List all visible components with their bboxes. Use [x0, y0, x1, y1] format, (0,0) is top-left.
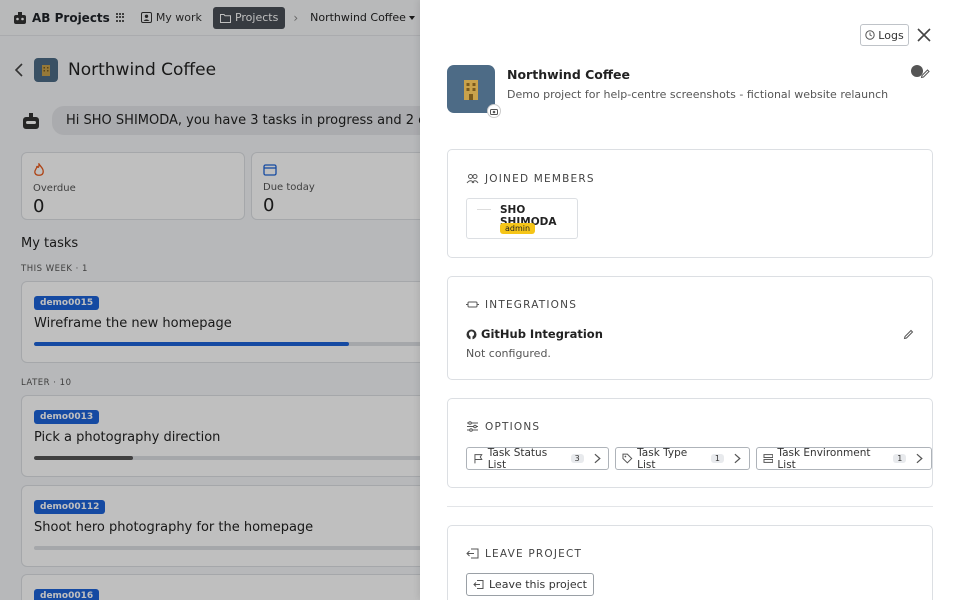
task-environment-list-button[interactable]: Task Environment List 1 [755, 446, 932, 471]
logs-button[interactable]: Logs [860, 24, 909, 46]
task-status-list-button[interactable]: Task Status List 3 [466, 446, 610, 471]
change-avatar-camera-icon[interactable] [487, 104, 501, 118]
joined-members-title: JOINED MEMBERS [485, 172, 595, 185]
chevron-right-icon [916, 453, 924, 464]
joined-members-heading: JOINED MEMBERS [466, 172, 595, 185]
edit-integration-pencil-icon[interactable] [903, 328, 915, 340]
exit-icon [473, 580, 484, 589]
options-list: Task Status List 3 Task Type List 1 Task… [466, 446, 932, 471]
options-card: OPTIONS Task Status List 3 Task Type Lis… [447, 398, 933, 488]
option-label: Task Type List [637, 446, 688, 471]
task-type-list-button[interactable]: Task Type List 1 [615, 446, 750, 471]
chevron-right-icon [594, 453, 601, 464]
options-heading: OPTIONS [466, 420, 540, 433]
integrations-card: INTEGRATIONS GitHub Integration Not conf… [447, 276, 933, 380]
server-icon [763, 454, 773, 463]
close-icon[interactable] [916, 27, 932, 43]
chevron-right-icon [734, 453, 741, 464]
integrations-heading: INTEGRATIONS [466, 298, 577, 311]
leave-project-card: LEAVE PROJECT Leave this project [447, 525, 933, 600]
option-label: Task Status List [487, 446, 548, 471]
options-title: OPTIONS [485, 420, 541, 433]
leave-project-button[interactable]: Leave this project [466, 573, 594, 596]
option-count: 1 [710, 454, 724, 463]
member-avatar [477, 209, 491, 210]
tag-icon [622, 453, 633, 464]
flag-icon [474, 454, 483, 464]
logs-label: Logs [878, 28, 904, 42]
member-role-badge: admin [500, 223, 536, 234]
project-description: Demo project for help-centre screenshots… [507, 88, 889, 101]
leave-project-heading: LEAVE PROJECT [466, 547, 582, 560]
option-count: 1 [893, 454, 907, 463]
option-label: Task Environment List [777, 446, 871, 471]
building-icon [464, 80, 478, 100]
github-integration-title: GitHub Integration [466, 327, 603, 341]
github-integration-label: GitHub Integration [481, 327, 603, 341]
project-settings-panel: Logs Northwind Coffee Demo project for h… [420, 0, 960, 600]
leave-project-label: Leave this project [489, 578, 587, 591]
users-icon [466, 174, 479, 184]
sliders-icon [467, 421, 478, 432]
integrations-title: INTEGRATIONS [485, 298, 578, 311]
exit-icon [466, 548, 479, 559]
section-divider [447, 506, 933, 507]
github-icon [466, 329, 477, 339]
edit-project-pencil-icon[interactable] [920, 68, 931, 79]
project-name: Northwind Coffee [507, 67, 630, 82]
clock-icon [865, 30, 875, 40]
joined-members-card: JOINED MEMBERS SHO SHIMODA admin [447, 149, 933, 258]
option-count: 3 [570, 454, 584, 463]
member-chip[interactable]: SHO SHIMODA admin [466, 198, 578, 239]
plug-icon [466, 301, 479, 308]
leave-project-title: LEAVE PROJECT [485, 547, 583, 560]
github-integration-status: Not configured. [466, 347, 551, 360]
